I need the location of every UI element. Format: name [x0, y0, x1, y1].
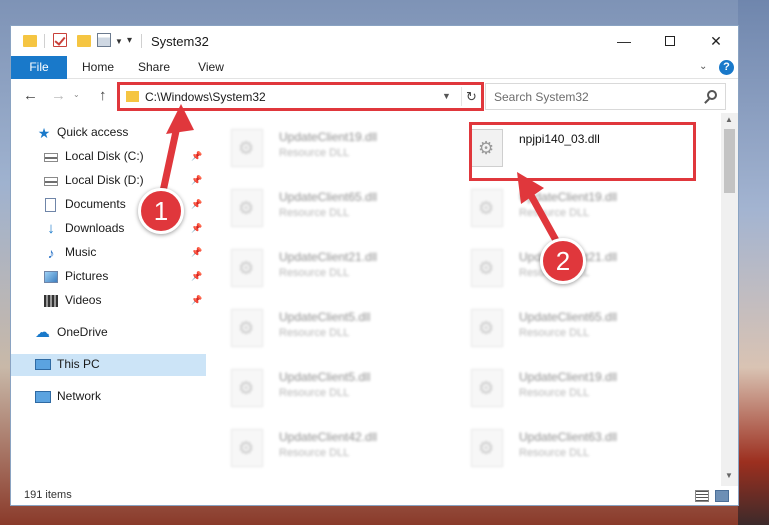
annotation-arrows: [158, 104, 562, 248]
step-1-badge: 1: [138, 188, 184, 234]
arrow-2-shaft: [524, 186, 562, 248]
step-2-badge: 2: [540, 238, 586, 284]
arrow-1-head: [166, 104, 194, 134]
